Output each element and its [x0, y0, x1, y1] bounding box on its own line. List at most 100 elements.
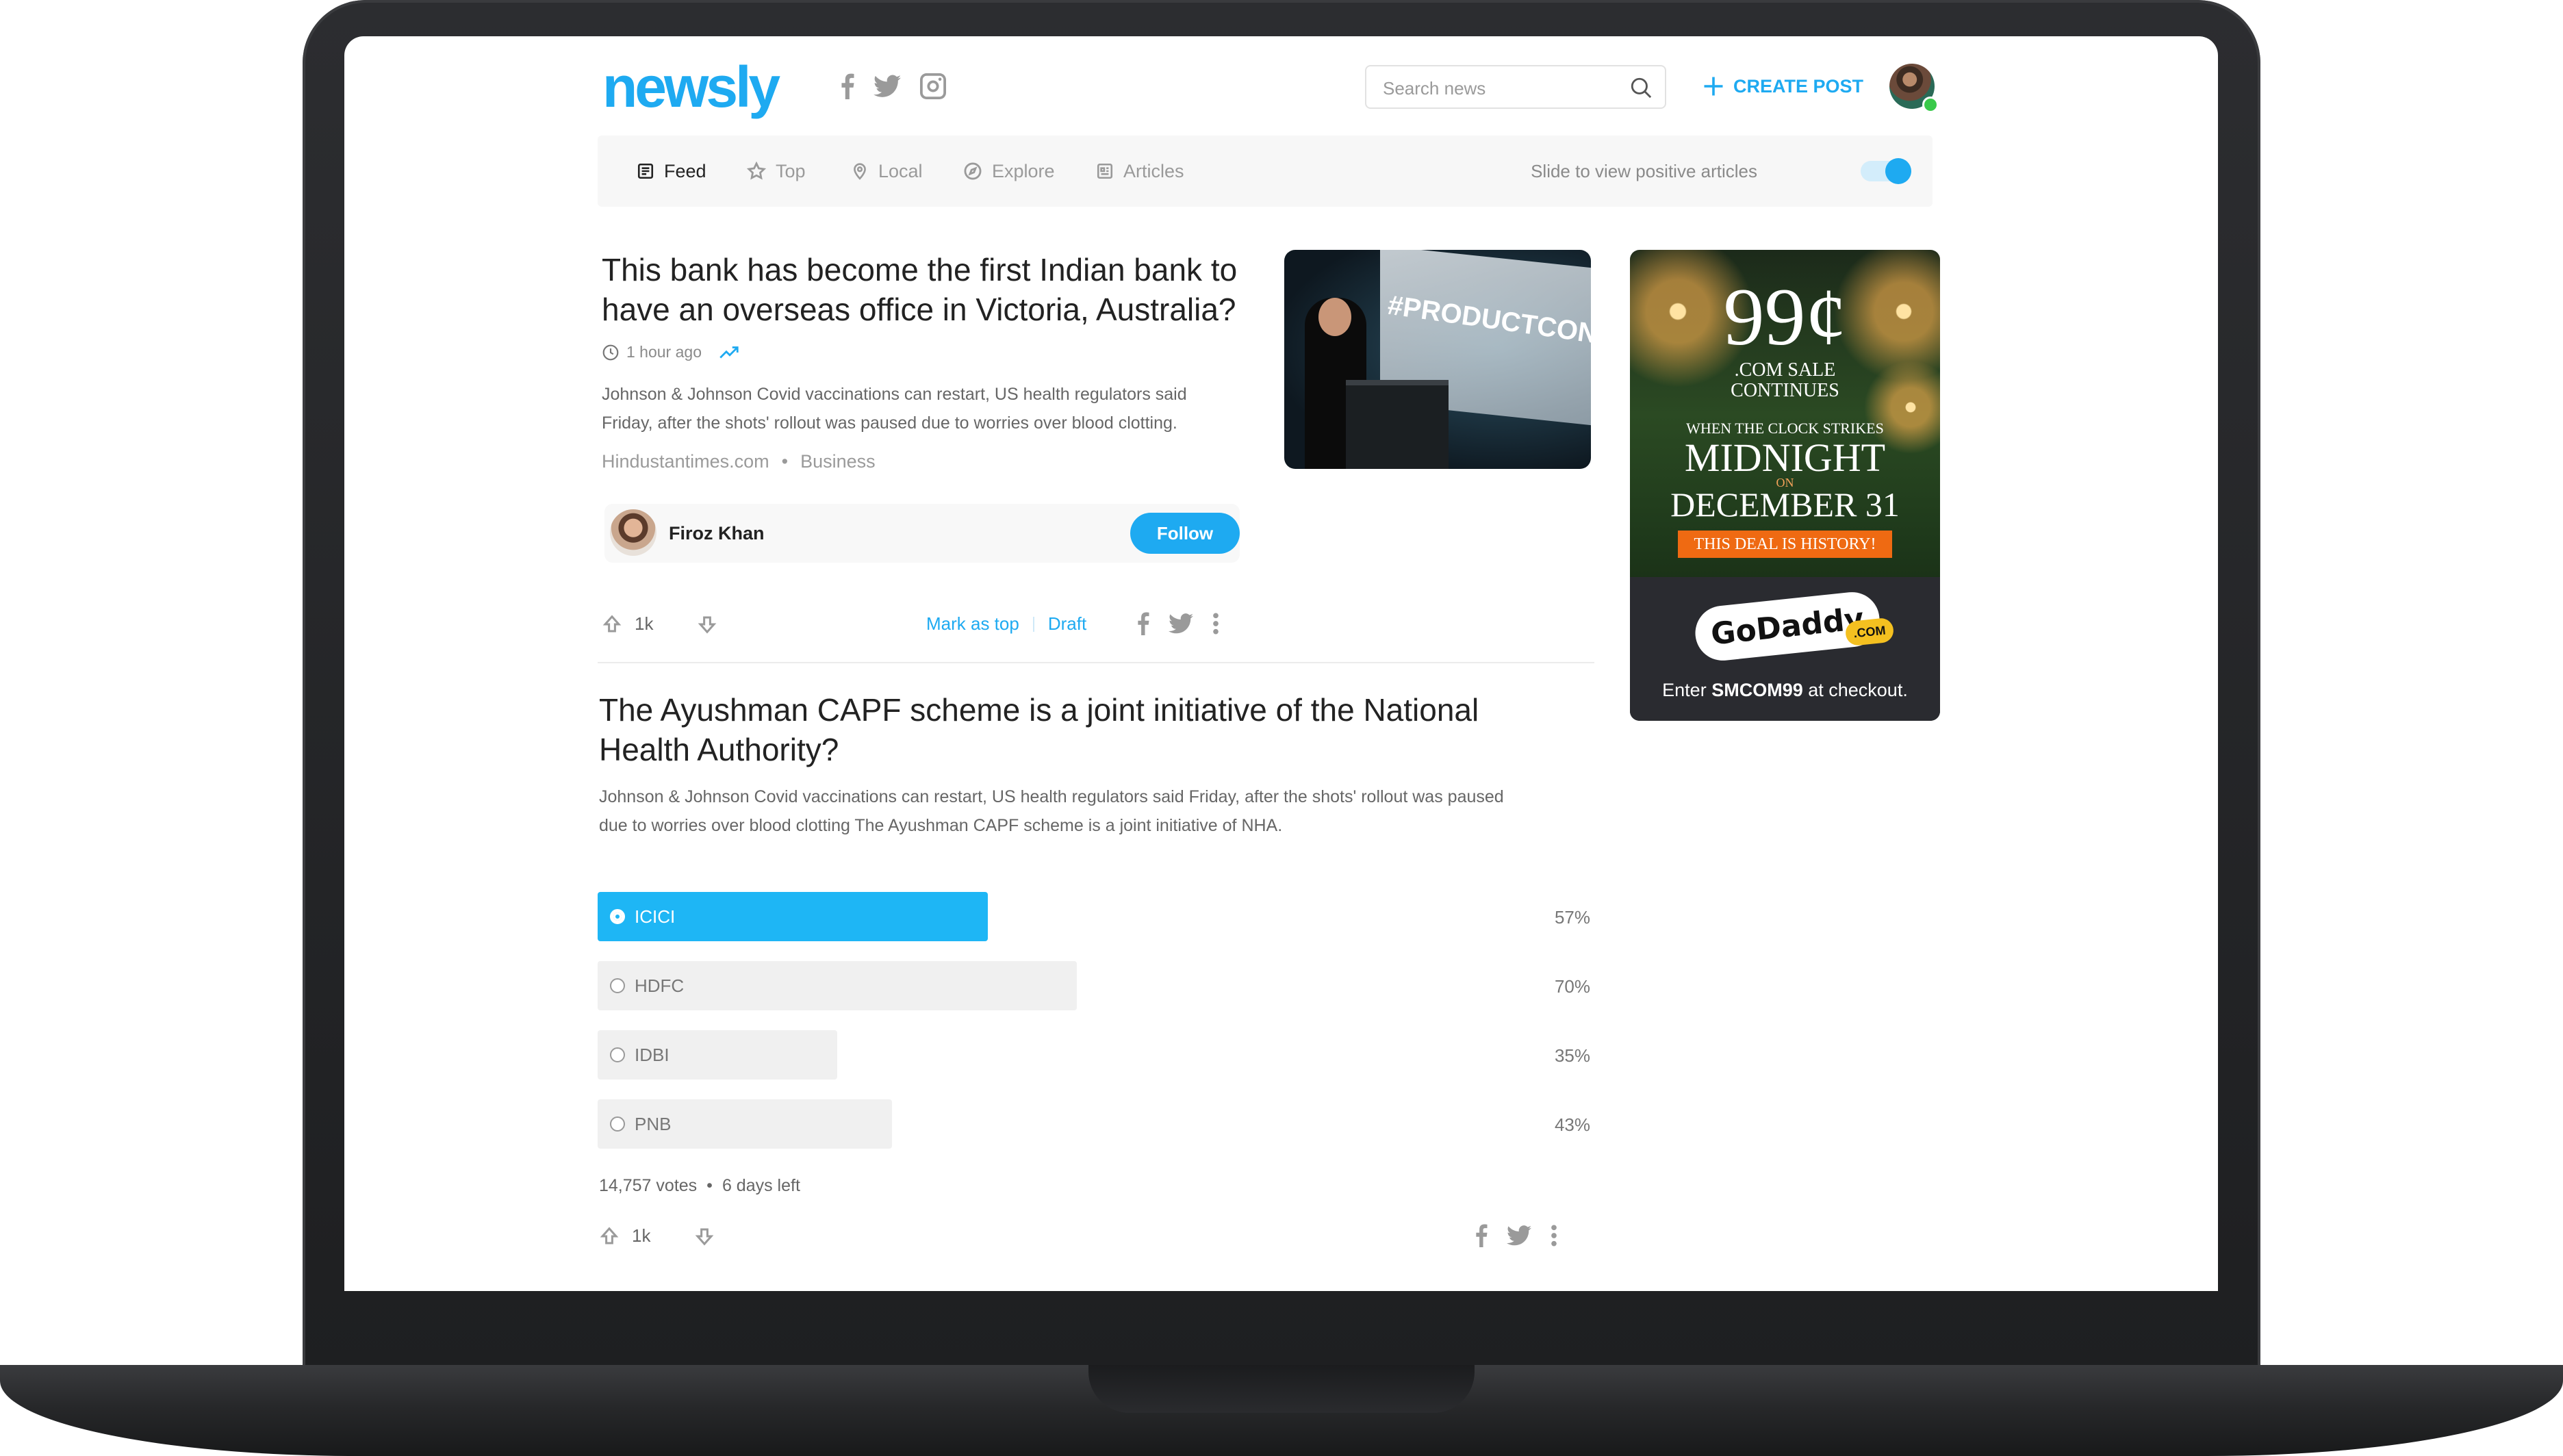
ad-line: .COM SALE [1734, 359, 1836, 381]
poll-vote-count: 14,757 votes [599, 1176, 698, 1195]
speaker-head [1318, 298, 1351, 336]
facebook-share-icon[interactable] [1475, 1224, 1488, 1247]
downvote-icon[interactable] [694, 1226, 715, 1247]
article-meta: 1 hour ago [602, 343, 740, 361]
article-source[interactable]: Hindustantimes.com [602, 451, 769, 472]
follow-button[interactable]: Follow [1130, 513, 1240, 554]
laptop-screen: newsly CREATE POST Feed Top Local Explor… [344, 36, 2218, 1291]
poll-option-label: IDBI [635, 1044, 670, 1065]
nav-tab-local[interactable]: Local [851, 136, 923, 207]
poll-option-pnb[interactable]: PNB [598, 1099, 892, 1149]
trending-icon [719, 346, 739, 358]
poll-summary-line: due to worries over blood clotting The A… [599, 816, 1283, 835]
nav-tab-label: Local [878, 160, 923, 181]
ad-price: 99¢ [1723, 271, 1847, 362]
article-source-row: Hindustantimes.com • Business [602, 451, 876, 472]
poll-option-percent: 70% [1554, 976, 1590, 997]
article-summary: Johnson & Johnson Covid vaccinations can… [602, 380, 1259, 437]
nav-tab-label: Feed [664, 160, 706, 181]
separator-dot: • [781, 451, 789, 472]
feed-divider [598, 662, 1594, 663]
poll-time-left: 6 days left [722, 1176, 800, 1195]
nav-tab-articles[interactable]: Articles [1096, 136, 1184, 207]
search-icon[interactable] [1629, 76, 1653, 99]
downvote-icon[interactable] [697, 614, 717, 635]
ad-promo-prefix: Enter [1662, 680, 1712, 700]
header-social-links [841, 73, 946, 99]
poll-share-icons [1475, 1224, 1557, 1247]
nav-bar: Feed Top Local Explore Articles Slide to… [598, 136, 1933, 207]
nav-tab-top[interactable]: Top [747, 136, 806, 207]
poll-vote-row: 1k [599, 1225, 715, 1247]
search-box [1365, 65, 1666, 109]
author-name[interactable]: Firoz Khan [669, 504, 765, 563]
poll-title[interactable]: The Ayushman CAPF scheme is a joint init… [599, 690, 1479, 769]
draft-link[interactable]: Draft [1048, 613, 1086, 635]
poll-option-label: PNB [635, 1113, 672, 1134]
twitter-icon[interactable] [874, 75, 901, 98]
article-vote-row: 1k [602, 613, 717, 635]
ad-promo-code: SMCOM99 [1711, 680, 1803, 700]
compass-icon [964, 162, 982, 180]
nav-tab-feed[interactable]: Feed [637, 136, 706, 207]
podium [1346, 380, 1449, 469]
poll-option-idbi[interactable]: IDBI [598, 1030, 837, 1080]
more-options-icon[interactable] [1551, 1224, 1557, 1247]
nav-tab-label: Articles [1123, 160, 1184, 181]
author-avatar[interactable] [610, 509, 656, 556]
poll-option-percent: 43% [1554, 1114, 1590, 1135]
positive-articles-toggle[interactable] [1861, 158, 1911, 184]
ad-promo-suffix: at checkout. [1802, 680, 1908, 700]
article-summary-line: Friday, after the shots' rollout was pau… [602, 413, 1177, 433]
upvote-count: 1k [635, 613, 654, 634]
feed-icon [637, 163, 654, 179]
ad-promo-text: Enter SMCOM99 at checkout. [1630, 680, 1940, 701]
separator-dot: • [706, 1176, 713, 1195]
poll-option-icici[interactable]: ICICI [598, 892, 988, 941]
ad-headline: DECEMBER 31 [1670, 485, 1900, 524]
nav-tab-explore[interactable]: Explore [963, 136, 1055, 207]
ad-line: CONTINUES [1731, 380, 1839, 401]
facebook-share-icon[interactable] [1137, 612, 1149, 635]
poll-footer: 14,757 votes • 6 days left [599, 1176, 800, 1196]
poll-title-line: The Ayushman CAPF scheme is a joint init… [599, 692, 1479, 728]
article-title-line: This bank has become the first Indian ba… [602, 252, 1238, 288]
twitter-share-icon[interactable] [1169, 613, 1193, 634]
newsly-logo[interactable]: newsly [602, 54, 780, 120]
twitter-share-icon[interactable] [1507, 1225, 1531, 1246]
create-post-button[interactable]: CREATE POST [1703, 69, 1863, 103]
poll-summary-line: Johnson & Johnson Covid vaccinations can… [599, 787, 1504, 806]
article-actions: Mark as top Draft [926, 613, 1086, 635]
search-input[interactable] [1381, 75, 1617, 102]
upvote-icon[interactable] [602, 614, 622, 635]
facebook-icon[interactable] [841, 73, 854, 99]
poll-option-hdfc[interactable]: HDFC [598, 961, 1077, 1010]
positive-toggle-label: Slide to view positive articles [1531, 160, 1757, 181]
article-time: 1 hour ago [626, 343, 702, 361]
poll-radio[interactable] [610, 978, 625, 993]
poll-radio[interactable] [610, 1047, 625, 1062]
upvote-icon[interactable] [599, 1226, 620, 1247]
create-post-label: CREATE POST [1733, 75, 1864, 97]
poll-option-percent: 57% [1554, 907, 1590, 928]
ad-headline: MIDNIGHT [1684, 435, 1886, 480]
star-icon [747, 162, 766, 180]
poll-radio[interactable] [610, 909, 625, 924]
poll-title-line: Health Authority? [599, 732, 839, 767]
articles-icon [1097, 163, 1113, 179]
poll-option-label: ICICI [635, 906, 676, 927]
instagram-icon[interactable] [920, 73, 946, 99]
location-pin-icon [854, 163, 866, 180]
more-options-icon[interactable] [1212, 612, 1219, 635]
poll-radio[interactable] [610, 1116, 625, 1132]
mark-as-top-link[interactable]: Mark as top [926, 613, 1019, 635]
article-category[interactable]: Business [800, 451, 876, 472]
online-status-dot [1922, 97, 1939, 113]
godaddy-ad[interactable]: 99¢ .COM SALE CONTINUES WHEN THE CLOCK S… [1630, 250, 1940, 721]
article-title[interactable]: This bank has become the first Indian ba… [602, 250, 1237, 329]
article-thumbnail[interactable]: #PRODUCTCON [1284, 250, 1591, 469]
action-divider [1032, 616, 1034, 632]
article-title-line: have an overseas office in Victoria, Aus… [602, 292, 1236, 327]
upvote-count: 1k [632, 1225, 651, 1246]
ad-ribbon: THIS DEAL IS HISTORY! [1678, 531, 1892, 558]
